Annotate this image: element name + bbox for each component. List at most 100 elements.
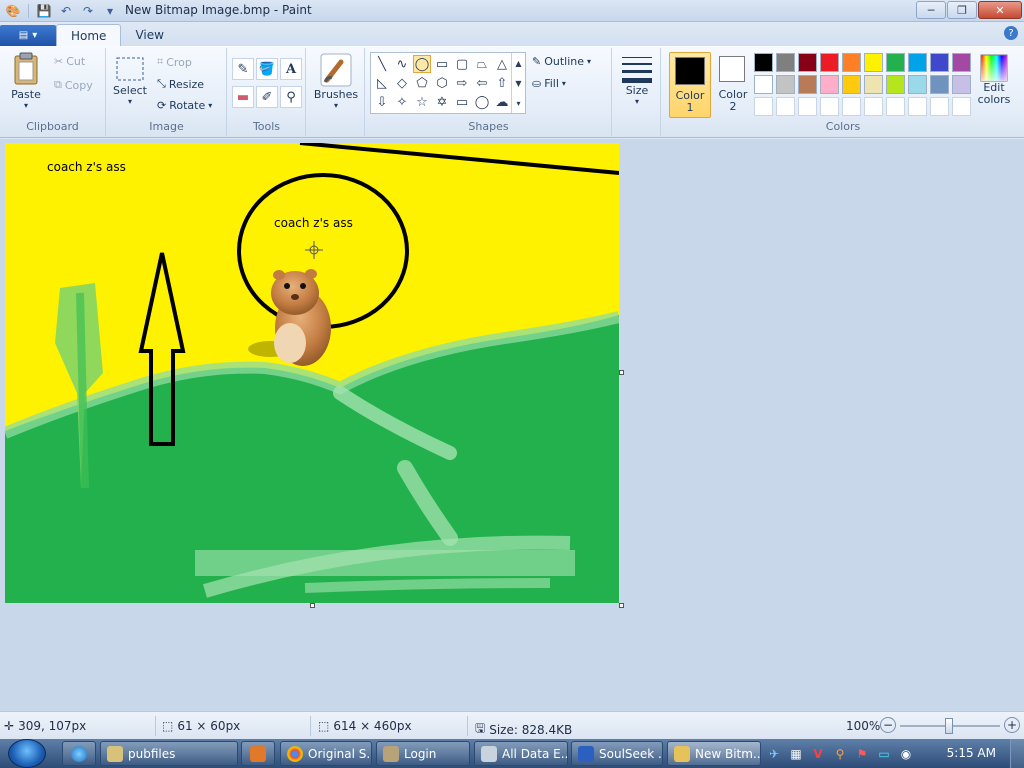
- fill-bucket-icon[interactable]: 🪣: [256, 58, 278, 80]
- drawing-canvas[interactable]: coach z's ass coach z's ass: [5, 143, 619, 603]
- start-button[interactable]: [8, 739, 46, 768]
- paste-button[interactable]: Paste ▾: [6, 52, 46, 110]
- tray-volume-icon[interactable]: ◉: [898, 746, 914, 762]
- save-icon[interactable]: 💾: [35, 2, 53, 20]
- palette-swatch[interactable]: [864, 75, 883, 94]
- palette-swatch[interactable]: [908, 97, 927, 116]
- palette-swatch[interactable]: [908, 75, 927, 94]
- tray-flag-icon[interactable]: ⚑: [854, 746, 870, 762]
- close-button[interactable]: ✕: [978, 1, 1022, 19]
- polygon-shape-icon[interactable]: ⏢: [473, 55, 491, 73]
- palette-swatch[interactable]: [798, 53, 817, 72]
- paint-menu-button[interactable]: ▤ ▾: [0, 25, 56, 46]
- tray-monitor-icon[interactable]: ▭: [876, 746, 892, 762]
- customize-qat-icon[interactable]: ▾: [101, 2, 119, 20]
- five-point-star-shape-icon[interactable]: ☆: [413, 93, 431, 111]
- palette-swatch[interactable]: [776, 75, 795, 94]
- magnifier-icon[interactable]: ⚲: [280, 86, 302, 108]
- ie-taskbar-icon[interactable]: [62, 741, 96, 766]
- oval-shape-icon[interactable]: ◯: [413, 55, 431, 73]
- palette-swatch[interactable]: [798, 75, 817, 94]
- palette-swatch[interactable]: [864, 97, 883, 116]
- callout-rectangle-shape-icon[interactable]: ▭: [453, 93, 471, 111]
- select-button[interactable]: Select ▾: [113, 56, 147, 106]
- palette-swatch[interactable]: [820, 75, 839, 94]
- palette-swatch[interactable]: [842, 75, 861, 94]
- four-point-star-shape-icon[interactable]: ✧: [393, 93, 411, 111]
- palette-swatch[interactable]: [952, 75, 971, 94]
- palette-swatch[interactable]: [864, 53, 883, 72]
- paint-app-icon[interactable]: 🎨: [4, 2, 22, 20]
- right-arrow-shape-icon[interactable]: ⇨: [453, 74, 471, 92]
- zoom-out-button[interactable]: −: [880, 717, 896, 733]
- tray-network-icon[interactable]: ▦: [788, 746, 804, 762]
- media-taskbar-icon[interactable]: [241, 741, 275, 766]
- help-icon[interactable]: ?: [1004, 26, 1018, 40]
- palette-swatch[interactable]: [886, 53, 905, 72]
- resize-handle-right[interactable]: [619, 370, 624, 375]
- taskbar-item-all-data[interactable]: All Data E...: [474, 741, 568, 766]
- palette-swatch[interactable]: [754, 53, 773, 72]
- pentagon-shape-icon[interactable]: ⬠: [413, 74, 431, 92]
- six-point-star-shape-icon[interactable]: ✡: [433, 93, 451, 111]
- fill-button[interactable]: ⛀ Fill ▾: [532, 77, 566, 90]
- zoom-in-button[interactable]: +: [1004, 717, 1020, 733]
- brushes-button[interactable]: Brushes ▾: [313, 52, 359, 110]
- right-triangle-shape-icon[interactable]: ◺: [373, 74, 391, 92]
- copy-button[interactable]: ⧉ Copy: [54, 78, 93, 92]
- resize-handle-bottom[interactable]: [310, 603, 315, 608]
- palette-swatch[interactable]: [886, 75, 905, 94]
- palette-swatch[interactable]: [842, 97, 861, 116]
- shapes-scroll[interactable]: ▲ ▼ ▾: [511, 53, 525, 113]
- color1-selector[interactable]: Color 1: [669, 52, 711, 118]
- palette-swatch[interactable]: [952, 53, 971, 72]
- size-button[interactable]: Size ▾: [619, 54, 655, 106]
- taskbar-clock[interactable]: 5:15 AM: [947, 746, 996, 760]
- tray-plane-icon[interactable]: ✈: [766, 746, 782, 762]
- palette-swatch[interactable]: [908, 53, 927, 72]
- palette-swatch[interactable]: [930, 53, 949, 72]
- taskbar-item-soulseek[interactable]: SoulSeek ...: [571, 741, 663, 766]
- text-tool-icon[interactable]: A: [280, 58, 302, 80]
- palette-swatch[interactable]: [952, 97, 971, 116]
- up-arrow-shape-icon[interactable]: ⇧: [493, 74, 511, 92]
- resize-button[interactable]: ⤡ Resize: [157, 77, 204, 91]
- palette-swatch[interactable]: [842, 53, 861, 72]
- curve-shape-icon[interactable]: ∿: [393, 55, 411, 73]
- palette-swatch[interactable]: [776, 97, 795, 116]
- diamond-shape-icon[interactable]: ◇: [393, 74, 411, 92]
- color2-selector[interactable]: Color 2: [714, 52, 752, 118]
- taskbar-item-paint[interactable]: New Bitm...: [667, 741, 761, 766]
- tray-search-icon[interactable]: ⚲: [832, 746, 848, 762]
- tray-v-icon[interactable]: V: [810, 746, 826, 762]
- palette-swatch[interactable]: [930, 97, 949, 116]
- callout-oval-shape-icon[interactable]: ◯: [473, 93, 491, 111]
- show-desktop-button[interactable]: [1010, 739, 1024, 768]
- left-arrow-shape-icon[interactable]: ⇦: [473, 74, 491, 92]
- palette-swatch[interactable]: [776, 53, 795, 72]
- resize-handle-corner[interactable]: [619, 603, 624, 608]
- taskbar-item-login[interactable]: Login: [376, 741, 470, 766]
- taskbar-item-chrome[interactable]: Original S...: [280, 741, 372, 766]
- palette-swatch[interactable]: [798, 97, 817, 116]
- edit-colors-button[interactable]: Edit colors: [974, 54, 1014, 106]
- undo-icon[interactable]: ↶: [57, 2, 75, 20]
- line-shape-icon[interactable]: ╲: [373, 55, 391, 73]
- palette-swatch[interactable]: [886, 97, 905, 116]
- maximize-button[interactable]: ❐: [947, 1, 977, 19]
- cut-button[interactable]: ✂ Cut: [54, 55, 85, 68]
- crop-button[interactable]: ⌗ Crop: [157, 55, 192, 69]
- minimize-button[interactable]: ─: [916, 1, 946, 19]
- palette-swatch[interactable]: [820, 53, 839, 72]
- palette-swatch[interactable]: [930, 75, 949, 94]
- rectangle-shape-icon[interactable]: ▭: [433, 55, 451, 73]
- cloud-callout-shape-icon[interactable]: ☁: [493, 93, 511, 111]
- zoom-slider-thumb[interactable]: [945, 718, 953, 734]
- palette-swatch[interactable]: [754, 97, 773, 116]
- taskbar-item-pubfiles[interactable]: pubfiles: [100, 741, 238, 766]
- triangle-shape-icon[interactable]: △: [493, 55, 511, 73]
- eraser-icon[interactable]: ▬: [232, 86, 254, 108]
- rounded-rectangle-shape-icon[interactable]: ▢: [453, 55, 471, 73]
- rotate-button[interactable]: ⟳ Rotate ▾: [157, 99, 212, 112]
- palette-swatch[interactable]: [820, 97, 839, 116]
